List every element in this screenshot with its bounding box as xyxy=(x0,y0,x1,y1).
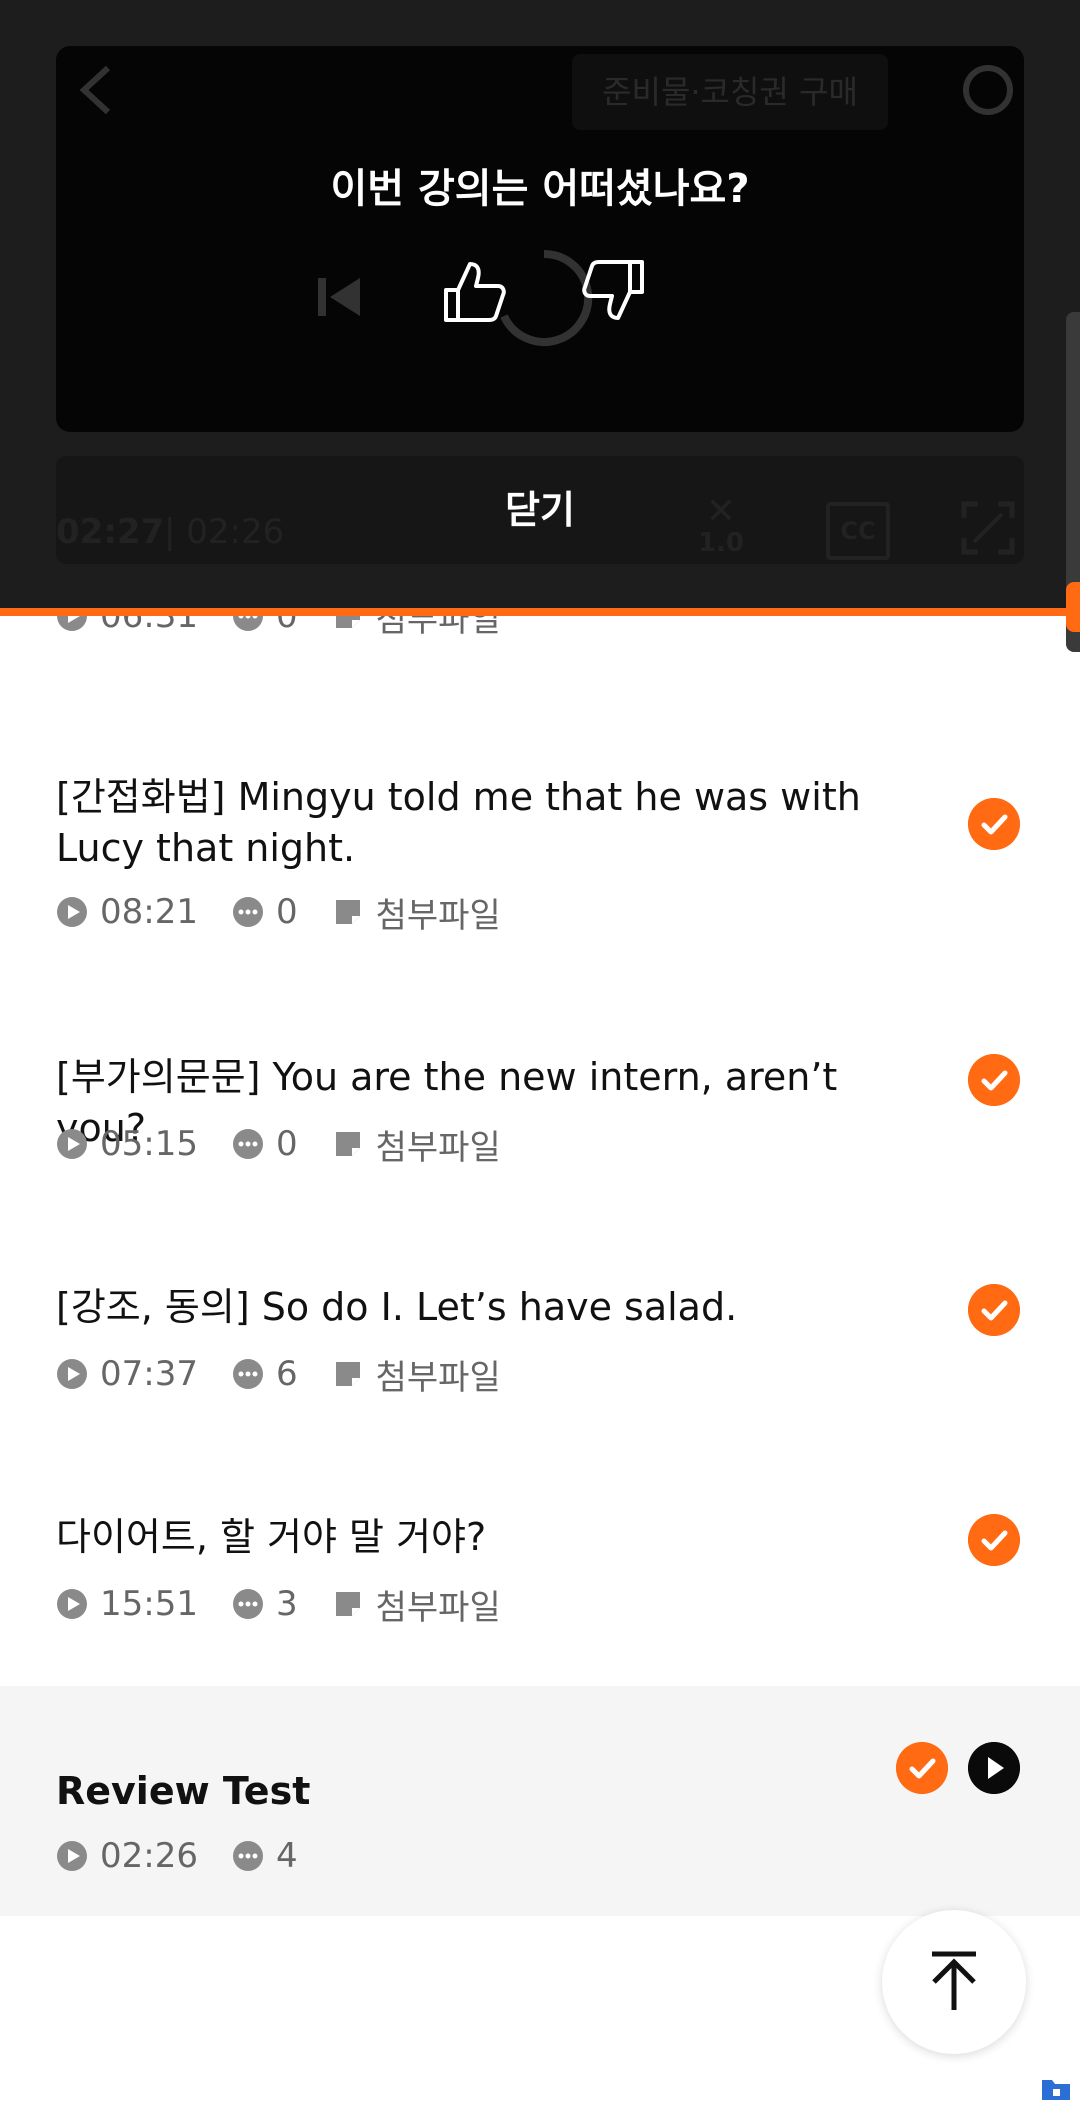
attachment-label[interactable]: 첨부파일 xyxy=(376,1580,501,1629)
completed-check-icon xyxy=(968,1284,1020,1336)
comment-count: 0 xyxy=(275,1124,298,1164)
attachment-icon xyxy=(335,1362,360,1386)
progress-bar[interactable] xyxy=(0,608,1080,616)
list-item[interactable]: [부가의문문] You are the new intern, aren’t y… xyxy=(0,1036,1080,1236)
list-item[interactable]: 다이어트, 할 거야 말 거야? 15:51 3 첨부파일 xyxy=(0,1496,1080,1686)
close-label: 닫기 xyxy=(505,488,575,532)
comment-icon xyxy=(232,1589,263,1619)
side-drawer-handle[interactable] xyxy=(1066,312,1080,652)
completed-check-icon xyxy=(896,1742,948,1794)
lesson-meta: 15:51 3 첨부파일 xyxy=(56,1584,535,1628)
play-duration-icon xyxy=(57,616,87,631)
duration: 02:26 xyxy=(100,1836,198,1876)
list-item-review-test[interactable]: Review Test 02:26 4 xyxy=(0,1686,1080,1916)
lesson-title: [간접화법] Mingyu told me that he was with L… xyxy=(56,775,861,870)
lesson-meta: 06:31 0 첨부파일 xyxy=(56,616,535,640)
attachment-label[interactable]: 첨부파일 xyxy=(376,616,501,641)
completed-check-icon xyxy=(968,1514,1020,1566)
comment-icon xyxy=(232,1129,263,1159)
list-item[interactable]: 06:31 0 첨부파일 xyxy=(0,616,1080,656)
previous-icon[interactable] xyxy=(314,272,364,322)
attachment-icon xyxy=(335,900,360,924)
scroll-to-top-button[interactable] xyxy=(882,1910,1026,2054)
settings-icon[interactable] xyxy=(962,64,1014,116)
play-duration-icon xyxy=(57,1359,87,1389)
attachment-icon xyxy=(335,1132,360,1156)
comment-icon xyxy=(232,897,263,927)
duration: 08:21 xyxy=(100,892,198,932)
comment-count: 4 xyxy=(275,1836,298,1876)
comment-count: 0 xyxy=(275,616,298,636)
completed-check-icon xyxy=(968,798,1020,850)
attachment-label[interactable]: 첨부파일 xyxy=(376,1120,501,1169)
duration: 05:15 xyxy=(100,1124,198,1164)
lesson-title: Review Test xyxy=(56,1769,311,1813)
comment-icon xyxy=(232,1359,263,1389)
rating-question: 이번 강의는 어떠셨나요? xyxy=(330,166,750,212)
attachment-icon xyxy=(335,1592,360,1616)
play-duration-icon xyxy=(57,1589,87,1619)
lesson-title: 다이어트, 할 거야 말 거야? xyxy=(56,1515,487,1559)
attachment-label[interactable]: 첨부파일 xyxy=(376,888,501,937)
video-player: 준비물·코칭권 구매 이번 강의는 어떠셨나요? 02:27 | 02:26 ✕… xyxy=(0,0,1080,612)
thumbs-down-icon[interactable] xyxy=(578,256,648,326)
lesson-meta: 02:26 4 xyxy=(56,1836,332,1876)
comment-icon xyxy=(232,616,263,631)
back-arrow-icon[interactable] xyxy=(74,64,120,116)
comment-count: 6 xyxy=(275,1354,298,1394)
play-duration-icon xyxy=(57,1129,87,1159)
thumbs-up-icon[interactable] xyxy=(440,256,510,326)
attachment-icon xyxy=(335,616,360,628)
now-playing-icon[interactable] xyxy=(968,1742,1020,1794)
lesson-meta: 07:37 6 첨부파일 xyxy=(56,1354,535,1398)
comment-count: 0 xyxy=(275,892,298,932)
folder-lock-icon xyxy=(1042,2080,1070,2100)
attachment-label[interactable]: 첨부파일 xyxy=(376,1350,501,1399)
lesson-meta: 05:15 0 첨부파일 xyxy=(56,1124,535,1168)
arrow-up-icon xyxy=(932,1951,976,2010)
list-item[interactable]: [간접화법] Mingyu told me that he was with L… xyxy=(0,656,1080,936)
comment-count: 3 xyxy=(275,1584,298,1624)
video-frame: 준비물·코칭권 구매 이번 강의는 어떠셨나요? xyxy=(56,46,1024,432)
lesson-meta: 08:21 0 첨부파일 xyxy=(56,892,535,936)
completed-check-icon xyxy=(968,1054,1020,1106)
list-item[interactable]: [강조, 동의] So do I. Let’s have salad. 07:3… xyxy=(0,1266,1080,1466)
comment-icon xyxy=(232,1841,263,1871)
purchase-button[interactable]: 준비물·코칭권 구매 xyxy=(572,54,888,130)
duration: 07:37 xyxy=(100,1354,198,1394)
duration: 15:51 xyxy=(100,1584,198,1624)
play-duration-icon xyxy=(57,897,87,927)
close-rating-button[interactable]: 02:27 | 02:26 ✕ 1.0 CC 닫기 xyxy=(56,456,1024,564)
lesson-title: [강조, 동의] So do I. Let’s have salad. xyxy=(56,1285,738,1329)
duration: 06:31 xyxy=(100,616,198,636)
play-duration-icon xyxy=(57,1841,87,1871)
